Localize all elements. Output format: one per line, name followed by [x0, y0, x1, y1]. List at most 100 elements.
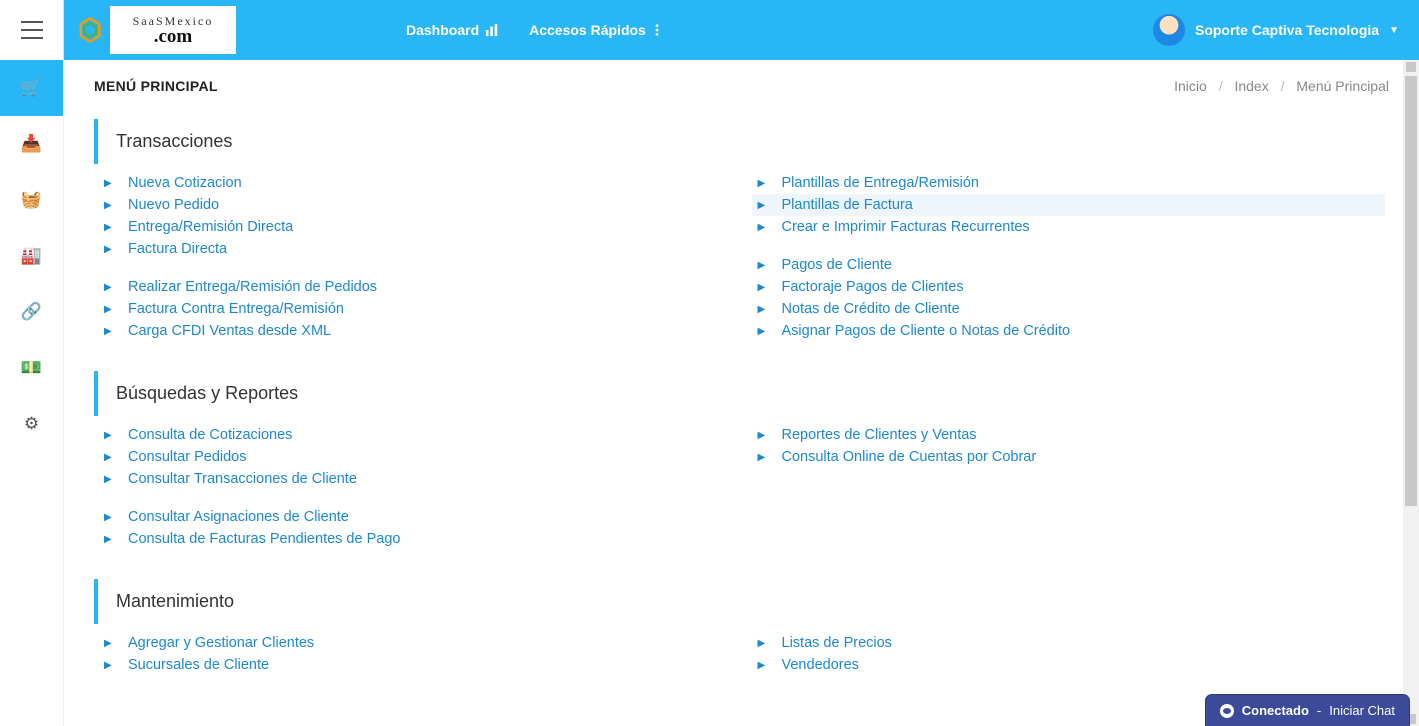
logo-area[interactable]: SaaSMexico .com — [64, 0, 236, 60]
sidebar-item-money[interactable]: 💵 — [0, 340, 63, 396]
menu-link[interactable]: ▶ Consultar Asignaciones de Cliente — [98, 506, 732, 528]
menu-link[interactable]: ▶Factura Directa — [98, 238, 732, 260]
caret-right-icon: ▶ — [758, 452, 768, 463]
menu-link[interactable]: ▶ Notas de Crédito de Cliente — [752, 298, 1386, 320]
panel-transacciones: Transacciones ▶Nueva Cotizacion▶Nuevo Pe… — [94, 119, 1389, 356]
breadcrumb-index[interactable]: Index — [1234, 78, 1268, 94]
menu-link[interactable]: ▶ Carga CFDI Ventas desde XML — [98, 320, 732, 342]
sidebar-item-settings[interactable]: ⚙ — [0, 396, 63, 452]
menu-link[interactable]: ▶Nuevo Pedido — [98, 194, 732, 216]
menu-link-label: Factura Contra Entrega/Remisión — [128, 301, 344, 317]
menu-link[interactable]: ▶Sucursales de Cliente — [98, 654, 732, 676]
menu-link-label: Carga CFDI Ventas desde XML — [128, 323, 331, 339]
caret-right-icon: ▶ — [758, 638, 768, 649]
hamburger-button[interactable] — [0, 0, 64, 60]
menu-link[interactable]: ▶ Listas de Precios — [752, 632, 1386, 654]
caret-right-icon: ▶ — [758, 200, 768, 211]
page-title: MENÚ PRINCIPAL — [94, 78, 218, 94]
sidebar-item-basket[interactable]: 🧺 — [0, 172, 63, 228]
menu-link-label: Consultar Transacciones de Cliente — [128, 471, 357, 487]
caret-right-icon: ▶ — [104, 304, 114, 315]
menu-link[interactable]: ▶ Consulta Online de Cuentas por Cobrar — [752, 446, 1386, 468]
breadcrumb: Inicio / Index / Menú Principal — [1174, 78, 1389, 94]
caret-right-icon: ▶ — [104, 222, 114, 233]
menu-link-label: Entrega/Remisión Directa — [128, 219, 293, 235]
sidebar-item-cart[interactable]: 🛒 — [0, 60, 63, 116]
menu-link[interactable]: ▶ Entrega/Remisión Directa — [98, 216, 732, 238]
menu-link[interactable]: ▶ Plantillas de Factura — [752, 194, 1386, 216]
more-vert-icon — [652, 23, 662, 37]
menu-link-label: Factoraje Pagos de Clientes — [782, 279, 964, 295]
menu-link[interactable]: ▶ Asignar Pagos de Cliente o Notas de Cré… — [752, 320, 1386, 342]
menu-link-label: Pagos de Cliente — [782, 257, 892, 273]
vertical-scrollbar[interactable] — [1403, 60, 1419, 726]
brand-logo: SaaSMexico .com — [110, 6, 236, 54]
avatar-icon — [1153, 14, 1185, 46]
section-heading-mantenimiento: Mantenimiento — [94, 579, 1389, 624]
sidebar-item-org[interactable]: 🔗 — [0, 284, 63, 340]
user-menu[interactable]: Soporte Captiva Tecnologia ▼ — [1153, 14, 1419, 46]
chat-bubble-icon — [1220, 704, 1234, 718]
menu-link[interactable]: ▶Vendedores — [752, 654, 1386, 676]
section-heading-transacciones: Transacciones — [94, 119, 1389, 164]
menu-link[interactable]: ▶Reportes de Clientes y Ventas — [752, 424, 1386, 446]
caret-right-icon: ▶ — [758, 430, 768, 441]
breadcrumb-home[interactable]: Inicio — [1174, 78, 1207, 94]
menu-link[interactable]: ▶ Consultar Pedidos — [98, 446, 732, 468]
caret-right-icon: ▶ — [104, 452, 114, 463]
caret-right-icon: ▶ — [104, 430, 114, 441]
cart-icon: 🛒 — [21, 78, 42, 98]
nav-dashboard[interactable]: Dashboard — [406, 22, 499, 38]
chevron-down-icon: ▼ — [1389, 25, 1399, 36]
menu-link-label: Notas de Crédito de Cliente — [782, 301, 960, 317]
gear-icon: ⚙ — [24, 414, 39, 434]
bar-chart-icon — [485, 23, 499, 37]
panel-busquedas: Búsquedas y Reportes ▶Consulta de Cotiza… — [94, 371, 1389, 564]
menu-link[interactable]: ▶Pagos de Cliente — [752, 254, 1386, 276]
menu-link-label: Consulta Online de Cuentas por Cobrar — [782, 449, 1037, 465]
caret-right-icon: ▶ — [104, 638, 114, 649]
menu-link-label: Consultar Asignaciones de Cliente — [128, 509, 349, 525]
menu-link-label: Factura Directa — [128, 241, 227, 257]
menu-link[interactable]: ▶Realizar Entrega/Remisión de Pedidos — [98, 276, 732, 298]
brand-bottom: .com — [133, 27, 214, 46]
menu-link[interactable]: ▶Crear e Imprimir Facturas Recurrentes — [752, 216, 1386, 238]
caret-right-icon: ▶ — [758, 304, 768, 315]
content-area: MENÚ PRINCIPAL Inicio / Index / Menú Pri… — [64, 60, 1419, 726]
panel-mantenimiento: Mantenimiento ▶ Agregar y Gestionar Clien… — [94, 579, 1389, 690]
menu-link[interactable]: ▶ Agregar y Gestionar Clientes — [98, 632, 732, 654]
caret-right-icon: ▶ — [104, 512, 114, 523]
menu-link-label: Consulta de Facturas Pendientes de Pago — [128, 531, 400, 547]
menu-link-label: Sucursales de Cliente — [128, 657, 269, 673]
menu-link[interactable]: ▶Factoraje Pagos de Clientes — [752, 276, 1386, 298]
menu-link[interactable]: ▶ Factura Contra Entrega/Remisión — [98, 298, 732, 320]
sitemap-icon: 🔗 — [21, 302, 42, 322]
menu-link[interactable]: ▶Plantillas de Entrega/Remisión — [752, 172, 1386, 194]
caret-right-icon: ▶ — [104, 474, 114, 485]
menu-link-label: Crear e Imprimir Facturas Recurrentes — [782, 219, 1030, 235]
menu-link[interactable]: ▶Consulta de Cotizaciones — [98, 424, 732, 446]
caret-right-icon: ▶ — [104, 326, 114, 337]
topbar: SaaSMexico .com Dashboard Accesos Rápido… — [0, 0, 1419, 60]
menu-link-label: Consultar Pedidos — [128, 449, 247, 465]
sidebar-item-industry[interactable]: 🏭 — [0, 228, 63, 284]
breadcrumb-sep: / — [1211, 78, 1231, 94]
chat-widget[interactable]: Conectado - Iniciar Chat — [1206, 695, 1409, 726]
menu-link[interactable]: ▶Consulta de Facturas Pendientes de Pago — [98, 528, 732, 550]
menu-link-label: Nuevo Pedido — [128, 197, 219, 213]
brand-top: SaaSMexico — [133, 15, 214, 27]
menu-link-label: Asignar Pagos de Cliente o Notas de Créd… — [782, 323, 1071, 339]
nav-accesos[interactable]: Accesos Rápidos — [529, 22, 662, 38]
menu-link-label: Listas de Precios — [782, 635, 892, 651]
caret-right-icon: ▶ — [758, 326, 768, 337]
menu-link-label: Plantillas de Factura — [782, 197, 913, 213]
chat-status: Conectado — [1242, 703, 1309, 718]
caret-right-icon: ▶ — [758, 178, 768, 189]
scrollbar-thumb[interactable] — [1405, 76, 1417, 506]
sidebar: 🛒 📥 🧺 🏭 🔗 💵 ⚙ — [0, 60, 64, 726]
section-heading-busquedas: Búsquedas y Reportes — [94, 371, 1389, 416]
menu-link[interactable]: ▶Nueva Cotizacion — [98, 172, 732, 194]
sidebar-item-inbox[interactable]: 📥 — [0, 116, 63, 172]
menu-link-label: Agregar y Gestionar Clientes — [128, 635, 314, 651]
menu-link[interactable]: ▶ Consultar Transacciones de Cliente — [98, 468, 732, 490]
